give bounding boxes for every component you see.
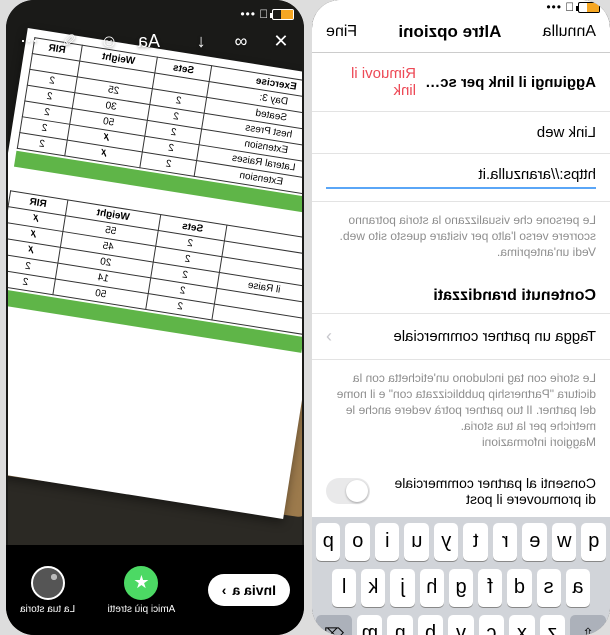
key-w[interactable]: w	[552, 523, 577, 561]
keyboard-row-3: ⇧ z x c v b n m ⌫	[316, 615, 606, 635]
allow-promote-label: Consenti al partner commerciale di promu…	[386, 475, 596, 507]
key-f[interactable]: f	[478, 569, 502, 607]
url-input[interactable]: https://aranzulla.it	[326, 166, 596, 189]
key-a[interactable]: a	[566, 569, 590, 607]
key-z[interactable]: z	[540, 615, 565, 635]
key-u[interactable]: u	[405, 523, 430, 561]
key-r[interactable]: r	[493, 523, 518, 561]
key-d[interactable]: d	[507, 569, 531, 607]
cancel-button[interactable]: Annulla	[543, 23, 596, 41]
chevron-right-icon: ›	[222, 582, 227, 598]
nav-bar: Annulla Altre opzioni Fine	[312, 14, 610, 53]
boomerang-icon[interactable]: ∞	[228, 28, 254, 54]
story-photo[interactable]: Exercise Sets Weight RIR Day 3: Seated22…	[8, 0, 302, 635]
weblink-label: Link web	[537, 124, 596, 141]
help-text: Le persone che visualizzano la storia po…	[312, 202, 610, 275]
key-b[interactable]: b	[418, 615, 443, 635]
preview-link[interactable]: Vedi un'anteprima.	[497, 245, 596, 259]
key-n[interactable]: n	[387, 615, 412, 635]
star-icon: ★	[124, 566, 158, 600]
close-friends-label: Amici più stretti	[108, 604, 176, 615]
backspace-key[interactable]: ⌫	[316, 615, 352, 635]
key-h[interactable]: h	[420, 569, 444, 607]
key-v[interactable]: v	[448, 615, 473, 635]
key-x[interactable]: x	[509, 615, 534, 635]
tag-help-body: Le storie con tag includono un'etichetta…	[337, 371, 596, 434]
key-y[interactable]: y	[434, 523, 459, 561]
help-body: Le persone che visualizzano la storia po…	[340, 213, 596, 243]
key-e[interactable]: e	[523, 523, 548, 561]
key-s[interactable]: s	[537, 569, 561, 607]
more-icon[interactable]: ⋯	[16, 28, 42, 54]
more-info-link[interactable]: Maggiori informazioni	[482, 435, 596, 449]
key-t[interactable]: t	[464, 523, 489, 561]
key-g[interactable]: g	[449, 569, 473, 607]
keyboard-row-1: q w e r t y u i o p	[316, 523, 606, 561]
send-to-button[interactable]: Invia a ›	[208, 574, 290, 606]
key-p[interactable]: p	[316, 523, 341, 561]
phone-settings: 􀙇 ••• Annulla Altre opzioni Fine Aggiung…	[312, 0, 610, 635]
allow-promote-toggle[interactable]	[326, 478, 370, 504]
sticker-icon[interactable]: ☺	[96, 28, 122, 54]
story-bottom-bar: Invia a › ★ Amici più stretti La tua sto…	[6, 545, 304, 635]
key-o[interactable]: o	[346, 523, 371, 561]
key-k[interactable]: k	[361, 569, 385, 607]
page-title: Altre opzioni	[398, 22, 501, 42]
allow-promote-row: Consenti al partner commerciale di promu…	[312, 465, 610, 517]
key-j[interactable]: j	[390, 569, 414, 607]
phone-story: Exercise Sets Weight RIR Day 3: Seated22…	[6, 0, 304, 635]
chevron-right-icon: ›	[326, 326, 332, 347]
keyboard-row-2: a s d f g h j k l	[316, 569, 606, 607]
battery-icon	[272, 9, 294, 20]
send-label: Invia a	[232, 582, 276, 598]
key-l[interactable]: l	[332, 569, 356, 607]
avatar-icon	[31, 566, 65, 600]
weblink-label-row: Link web	[312, 112, 610, 154]
download-icon[interactable]: ↓	[188, 28, 214, 54]
keyboard: q w e r t y u i o p a s d	[312, 517, 610, 635]
key-c[interactable]: c	[479, 615, 504, 635]
branded-section-header: Contenuti brandizzati	[312, 275, 610, 314]
key-i[interactable]: i	[375, 523, 400, 561]
done-button[interactable]: Fine	[326, 23, 357, 41]
text-tool-icon[interactable]: Aa	[136, 28, 162, 54]
shift-key[interactable]: ⇧	[570, 615, 606, 635]
tag-partner-row[interactable]: Tagga un partner commerciale ›	[312, 314, 610, 360]
key-q[interactable]: q	[582, 523, 607, 561]
draw-icon[interactable]: ✎	[56, 28, 82, 54]
your-story-label: La tua storia	[20, 604, 75, 615]
story-toolbar: ✕ ∞ ↓ Aa ☺ ✎ ⋯	[6, 28, 304, 54]
key-m[interactable]: m	[357, 615, 382, 635]
close-icon[interactable]: ✕	[268, 28, 294, 54]
signal-icon: •••	[545, 0, 561, 14]
wifi-icon: 􀙇	[565, 0, 574, 14]
link-header-row: Aggiungi il link per scorrere v... Rimuo…	[312, 53, 610, 112]
workout-sheet: Exercise Sets Weight RIR Day 3: Seated22…	[8, 28, 302, 519]
remove-link-button[interactable]: Rimuovi il link	[326, 65, 416, 99]
battery-icon	[578, 2, 600, 13]
status-bar: 􀙇 •••	[312, 0, 610, 14]
close-friends-button[interactable]: ★ Amici più stretti	[108, 566, 176, 615]
url-field-row: https://aranzulla.it	[312, 154, 610, 202]
your-story-button[interactable]: La tua storia	[20, 566, 75, 615]
link-header: Aggiungi il link per scorrere v...	[416, 74, 596, 91]
tag-partner-label: Tagga un partner commerciale	[393, 328, 596, 345]
tag-help: Le storie con tag includono un'etichetta…	[312, 360, 610, 465]
